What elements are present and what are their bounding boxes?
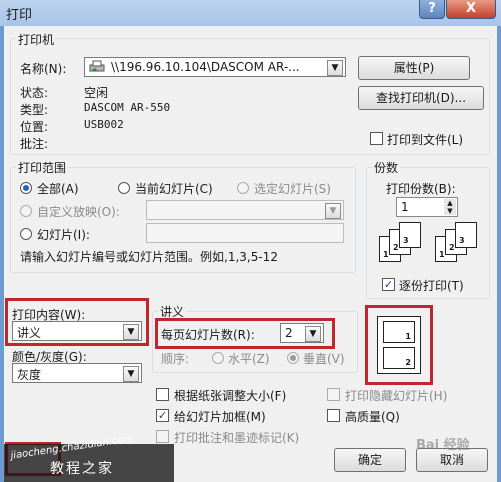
per-page-value: 2	[285, 326, 293, 340]
printer-name-select[interactable]: \\196.96.10.104\DASCOM AR-... ▼	[84, 57, 346, 77]
range-selection-label: 选定幻灯片(S)	[254, 182, 331, 196]
range-selection-radio[interactable]	[237, 182, 249, 194]
range-custom-label: 自定义放映(O):	[37, 205, 120, 219]
printer-icon	[88, 60, 106, 74]
printer-name-value: \\196.96.10.104\DASCOM AR-...	[111, 60, 300, 74]
print-what-select[interactable]: 讲义 ▼	[12, 321, 142, 341]
watermark-site-name: 教程之家	[50, 461, 114, 477]
range-slides-radio[interactable]	[20, 228, 32, 240]
copies-group-label: 份数	[372, 159, 401, 176]
frame-slides-label: 给幻灯片加框(M)	[174, 410, 266, 424]
order-vertical-label: 垂直(V)	[303, 352, 345, 366]
preview-slide-2: 2	[383, 347, 415, 369]
help-button[interactable]: ?	[419, 0, 445, 19]
print-hidden-checkbox[interactable]	[327, 388, 340, 401]
baidu-watermark: Bai 经验	[416, 438, 470, 453]
frame-slides-checkbox[interactable]: ✓	[156, 409, 169, 422]
print-to-file-label: 打印到文件(L)	[387, 133, 464, 147]
high-quality-label: 高质量(Q)	[345, 410, 400, 424]
copies-count-value: 1	[401, 200, 409, 214]
type-value: DASCOM AR-550	[84, 101, 171, 114]
preview-slide-1: 1	[383, 321, 415, 343]
print-hidden-label: 打印隐藏幻灯片(H)	[345, 389, 448, 403]
print-what-value: 讲义	[17, 326, 42, 340]
where-label: 位置:	[20, 120, 49, 134]
chevron-down-icon: ▼	[123, 324, 139, 340]
chevron-down-icon: ▼	[325, 203, 341, 219]
preview-slide-1-number: 1	[405, 332, 411, 341]
dialog-body: 打印机 名称(N): \\196.96.10.104\DASCOM AR-...…	[4, 26, 497, 482]
range-current-radio[interactable]	[118, 182, 130, 194]
close-button[interactable]: X	[446, 0, 496, 19]
ok-button[interactable]: 确定	[334, 448, 406, 472]
find-printer-button[interactable]: 查找打印机(D)...	[358, 86, 484, 110]
status-label: 状态:	[20, 86, 49, 100]
spin-down-icon[interactable]: ▼	[444, 207, 456, 215]
order-horizontal-radio[interactable]	[212, 352, 224, 364]
where-value: USB002	[84, 118, 124, 131]
range-all-radio[interactable]	[20, 182, 32, 194]
copies-spinner[interactable]: 1 ▲ ▼	[396, 197, 458, 217]
scale-to-paper-label: 根据纸张调整大小(F)	[174, 389, 287, 403]
order-horizontal-label: 水平(Z)	[228, 352, 270, 366]
range-slides-label: 幻灯片(I):	[37, 228, 90, 242]
printer-name-label: 名称(N):	[20, 62, 67, 76]
range-hint: 请输入幻灯片编号或幻灯片范围。例如,1,3,5-12	[20, 250, 278, 264]
slides-input[interactable]	[146, 223, 344, 243]
print-comments-checkbox[interactable]	[156, 430, 169, 443]
per-page-select[interactable]: 2 ▼	[280, 323, 324, 343]
handout-preview: 1 2	[377, 316, 421, 374]
printer-group-label: 打印机	[16, 31, 57, 48]
type-label: 类型:	[20, 103, 49, 117]
order-label: 顺序:	[161, 352, 190, 366]
high-quality-checkbox[interactable]	[327, 409, 340, 422]
range-group-label: 打印范围	[16, 159, 69, 176]
range-custom-radio[interactable]	[20, 205, 32, 217]
copies-count-label: 打印份数(B):	[386, 182, 456, 196]
per-page-label: 每页幻灯片数(R):	[161, 328, 255, 342]
chevron-down-icon: ▼	[305, 326, 321, 342]
scale-to-paper-checkbox[interactable]	[156, 388, 169, 401]
status-value: 空闲	[84, 86, 109, 100]
print-to-file-checkbox[interactable]	[370, 132, 383, 145]
collate-illustration-icon: 1 2 3 1 2 3	[379, 222, 485, 268]
collate-label: 逐份打印(T)	[399, 279, 464, 293]
spin-up-icon[interactable]: ▲	[444, 199, 456, 207]
preview-slide-2-number: 2	[405, 358, 411, 367]
custom-show-select[interactable]: ▼	[146, 200, 344, 220]
properties-button[interactable]: 属性(P)	[358, 56, 470, 80]
print-comments-label: 打印批注和墨迹标记(K)	[174, 431, 300, 445]
range-all-label: 全部(A)	[37, 182, 79, 196]
comment-label: 批注:	[20, 137, 49, 151]
chevron-down-icon: ▼	[327, 60, 343, 76]
collate-checkbox[interactable]: ✓	[382, 278, 395, 291]
color-value: 灰度	[17, 368, 42, 382]
chevron-down-icon: ▼	[123, 366, 139, 382]
color-select[interactable]: 灰度 ▼	[12, 363, 142, 383]
order-vertical-radio[interactable]	[287, 352, 299, 364]
window-title: 打印	[6, 8, 33, 23]
range-current-label: 当前幻灯片(C)	[135, 182, 213, 196]
